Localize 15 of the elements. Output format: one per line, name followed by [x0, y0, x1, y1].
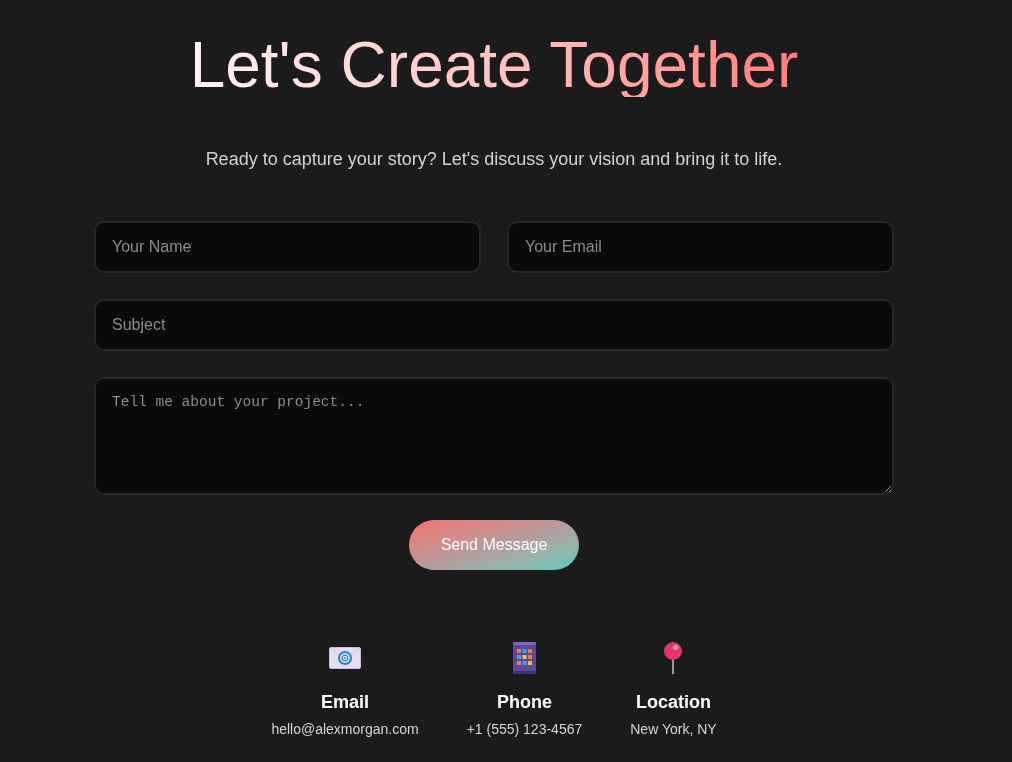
contact-value: +1 (555) 123-4567	[466, 720, 583, 739]
mobile-phone-icon	[512, 642, 536, 674]
pushpin-icon	[664, 642, 683, 674]
input-field[interactable]: Your Email	[507, 221, 894, 273]
contact-label: Email	[321, 691, 370, 714]
message-field[interactable]: Tell me about your project...	[94, 377, 894, 495]
contact-value: New York, NY	[630, 720, 717, 739]
contact-label: Phone	[496, 691, 552, 714]
send-message-button[interactable]: Send Message	[409, 520, 579, 570]
envelope-icon	[329, 647, 361, 669]
contact-value: hello@alexmorgan.com	[271, 720, 419, 739]
input-field[interactable]: Subject	[94, 299, 894, 351]
subtitle-text: Ready to capture your story? Let's discuss your vision and bring it to life.	[205, 148, 783, 171]
input-field[interactable]: Your Name	[94, 221, 481, 273]
contact-label: Location	[635, 691, 711, 714]
